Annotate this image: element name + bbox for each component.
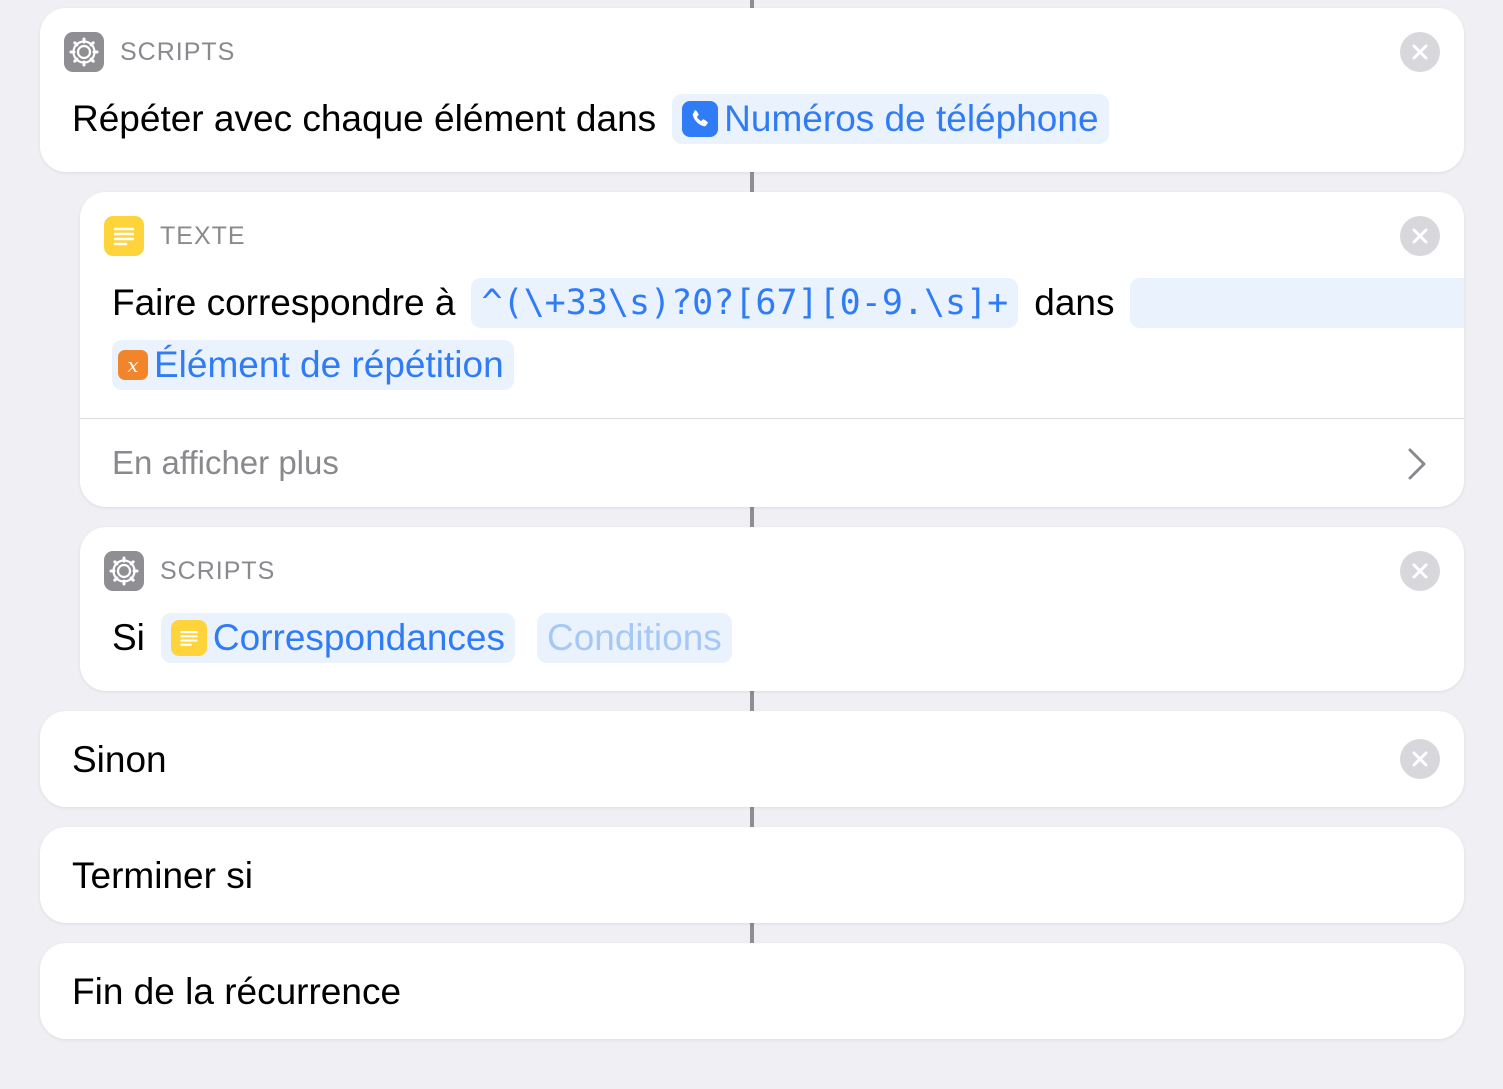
action-header: TEXTE <box>104 216 246 256</box>
action-parameters-wrap: x Élément de répétition <box>112 340 514 390</box>
action-title: Répéter avec chaque élément dans <box>72 98 657 139</box>
repeat-item-variable[interactable]: x Élément de répétition <box>112 340 514 390</box>
regex-pattern-field[interactable]: ^(\+33\s)?0?[67][0-9.\s]+ <box>471 278 1019 328</box>
end-if-label: Terminer si <box>72 855 253 896</box>
in-label: dans <box>1034 282 1115 323</box>
end-repeat-label: Fin de la récurrence <box>72 971 402 1012</box>
variable-label: Numéros de téléphone <box>724 98 1099 139</box>
end-repeat-action-card[interactable]: Fin de la récurrence <box>40 943 1464 1039</box>
action-category-label: SCRIPTS <box>160 556 276 585</box>
repeat-action-card[interactable]: SCRIPTS Répéter avec chaque élément dans… <box>40 8 1464 172</box>
action-header: SCRIPTS <box>104 551 275 591</box>
flow-connector <box>750 0 754 8</box>
chevron-right-icon <box>1408 448 1426 480</box>
close-icon <box>1412 751 1428 767</box>
otherwise-label: Sinon <box>72 739 167 780</box>
flow-connector <box>750 172 754 192</box>
match-text-action-card[interactable]: TEXTE Faire correspondre à ^(\+33\s)?0?[… <box>80 192 1464 507</box>
action-parameters: Si Correspondances Conditions <box>112 613 732 663</box>
text-lines-icon <box>170 620 207 656</box>
end-if-action-card[interactable]: Terminer si <box>40 827 1464 923</box>
action-category-label: SCRIPTS <box>120 37 236 66</box>
conditions-picker[interactable]: Conditions <box>536 613 732 663</box>
text-input-field-bg[interactable] <box>1130 278 1464 328</box>
flow-connector <box>750 691 754 711</box>
variable-label: Correspondances <box>212 617 505 658</box>
close-icon <box>1412 228 1428 244</box>
if-action-card[interactable]: SCRIPTS Si Correspondances Conditions <box>80 527 1464 691</box>
repeat-input-variable[interactable]: Numéros de téléphone <box>672 94 1109 144</box>
phone-icon <box>682 101 719 137</box>
action-parameters: Répéter avec chaque élément dans Numéros… <box>72 94 1109 144</box>
gear-icon <box>104 551 144 591</box>
action-header: SCRIPTS <box>64 32 235 72</box>
variable-x-icon: x <box>118 350 148 380</box>
close-icon <box>1412 563 1428 579</box>
remove-action-button[interactable] <box>1400 216 1440 256</box>
flow-connector <box>750 923 754 943</box>
otherwise-action-card[interactable]: Sinon <box>40 711 1464 807</box>
action-category-label: TEXTE <box>160 221 246 250</box>
action-parameters: Faire correspondre à ^(\+33\s)?0?[67][0-… <box>112 278 1464 328</box>
remove-action-button[interactable] <box>1400 32 1440 72</box>
close-icon <box>1412 44 1428 60</box>
remove-action-button[interactable] <box>1400 739 1440 779</box>
variable-label: Élément de répétition <box>154 344 504 385</box>
action-title: Faire correspondre à <box>112 282 456 323</box>
action-title: Si <box>112 617 145 658</box>
gear-icon <box>64 32 104 72</box>
shortcut-editor: SCRIPTS Répéter avec chaque élément dans… <box>0 0 1503 1089</box>
flow-connector <box>750 807 754 827</box>
show-more-label: En afficher plus <box>112 444 339 481</box>
if-input-variable[interactable]: Correspondances <box>160 613 515 663</box>
text-lines-icon <box>104 216 144 256</box>
remove-action-button[interactable] <box>1400 551 1440 591</box>
flow-connector <box>750 507 754 527</box>
show-more-row[interactable]: En afficher plus <box>80 419 1464 507</box>
